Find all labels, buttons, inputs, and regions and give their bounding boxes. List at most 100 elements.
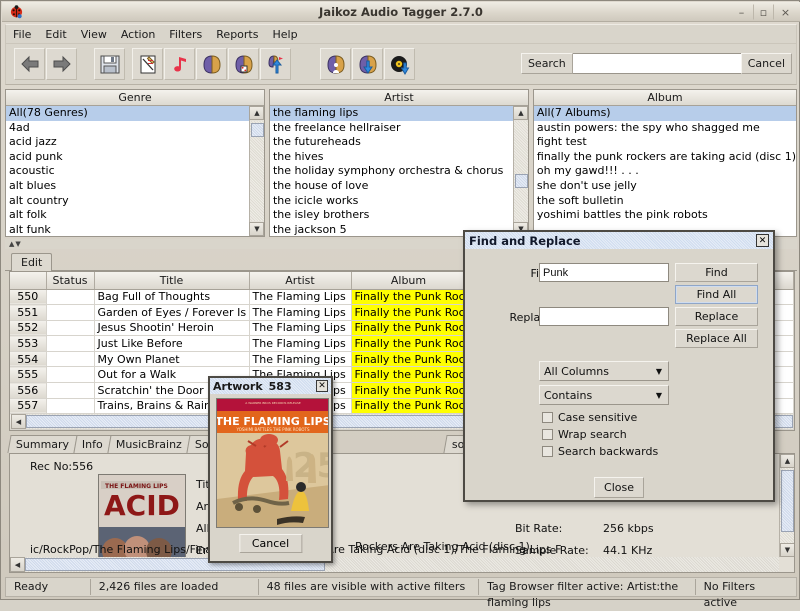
list-item[interactable]: the soft bulletin bbox=[534, 194, 796, 209]
genre-list[interactable]: All(78 Genres) 4ad acid jazz acid punk a… bbox=[6, 106, 249, 236]
cell-artist[interactable]: The Flaming Lips bbox=[249, 320, 351, 336]
forward-button[interactable] bbox=[46, 48, 77, 80]
tab-edit[interactable]: Edit bbox=[11, 253, 52, 271]
col-artist[interactable]: Artist bbox=[249, 272, 351, 289]
save-button[interactable] bbox=[94, 48, 125, 80]
artwork-dialog[interactable]: Artwork 583 ✕ A WARNER BROS RECORDS RELE… bbox=[208, 376, 333, 563]
artist-list[interactable]: the flaming lips the freelance hellraise… bbox=[270, 106, 513, 236]
cell-title[interactable]: Jesus Shootin' Heroin bbox=[94, 320, 249, 336]
menu-action[interactable]: Action bbox=[114, 26, 162, 43]
tab-musicbrainz[interactable]: MusicBrainz bbox=[107, 435, 190, 453]
divider-arrows-icon[interactable]: ▲▼ bbox=[9, 241, 22, 248]
tab-summary[interactable]: Summary bbox=[7, 435, 77, 453]
list-item[interactable]: alt blues bbox=[6, 179, 249, 194]
cell-album[interactable]: Finally the Punk Rockers A bbox=[351, 383, 466, 399]
menu-filters[interactable]: Filters bbox=[162, 26, 209, 43]
scroll-up-arrow[interactable]: ▲ bbox=[249, 106, 264, 120]
replace-button[interactable]: Replace bbox=[675, 307, 758, 326]
maximize-button[interactable]: ▫ bbox=[753, 4, 774, 20]
cell-status[interactable] bbox=[46, 351, 94, 367]
find-replace-titlebar[interactable]: Find and Replace ✕ bbox=[465, 232, 773, 249]
cell-artist[interactable]: The Flaming Lips bbox=[249, 351, 351, 367]
list-item[interactable]: acoustic bbox=[6, 164, 249, 179]
list-item[interactable]: All(78 Genres) bbox=[6, 106, 249, 121]
chevron-down-icon[interactable]: ▼ bbox=[656, 391, 662, 400]
close-button[interactable]: × bbox=[775, 4, 796, 20]
upload-button[interactable] bbox=[260, 48, 291, 80]
list-item[interactable]: acid jazz bbox=[6, 135, 249, 150]
checkbox-box[interactable] bbox=[542, 412, 553, 423]
menu-view[interactable]: View bbox=[74, 26, 114, 43]
scroll-up-arrow[interactable]: ▲ bbox=[513, 106, 528, 120]
edit-metadata-button[interactable] bbox=[132, 48, 163, 80]
list-item[interactable]: the isley brothers bbox=[270, 208, 513, 223]
list-item[interactable]: the futureheads bbox=[270, 135, 513, 150]
col-rownum[interactable] bbox=[10, 272, 46, 289]
artwork-dialog-titlebar[interactable]: Artwork 583 ✕ bbox=[210, 378, 331, 394]
case-sensitive-checkbox[interactable]: Case sensitive bbox=[542, 411, 637, 424]
cell-album[interactable]: Finally the Punk Rockers A bbox=[351, 398, 466, 414]
cell-title[interactable]: Bag Full of Thoughts bbox=[94, 289, 249, 305]
cell-status[interactable] bbox=[46, 336, 94, 352]
retrieve-button[interactable] bbox=[352, 48, 383, 80]
search-button[interactable]: Search bbox=[521, 53, 573, 74]
chevron-down-icon[interactable]: ▼ bbox=[656, 367, 662, 376]
list-item[interactable]: 4ad bbox=[6, 121, 249, 136]
scroll-up-arrow[interactable]: ▲ bbox=[780, 454, 795, 468]
scroll-left-arrow[interactable]: ◀ bbox=[11, 414, 26, 429]
list-item[interactable]: yoshimi battles the pink robots bbox=[534, 208, 796, 223]
match-button[interactable] bbox=[320, 48, 351, 80]
find-all-button[interactable]: Find All bbox=[675, 285, 758, 304]
list-item[interactable]: oh my gawd!!! . . . bbox=[534, 164, 796, 179]
play-button[interactable] bbox=[164, 48, 195, 80]
cell-album[interactable]: Finally the Punk Rockers A bbox=[351, 289, 466, 305]
autoformat-button[interactable] bbox=[228, 48, 259, 80]
search-backwards-checkbox[interactable]: Search backwards bbox=[542, 445, 658, 458]
find-button[interactable]: Find bbox=[675, 263, 758, 282]
close-box-icon[interactable]: ✕ bbox=[316, 380, 328, 392]
details-vscrollbar[interactable]: ▲ ▼ bbox=[779, 454, 794, 557]
match-select[interactable]: Contains ▼ bbox=[539, 385, 669, 405]
column-select[interactable]: All Columns ▼ bbox=[539, 361, 669, 381]
menu-help[interactable]: Help bbox=[265, 26, 304, 43]
cell-album[interactable]: Finally the Punk Rockers A bbox=[351, 305, 466, 321]
cell-status[interactable] bbox=[46, 320, 94, 336]
cell-status[interactable] bbox=[46, 289, 94, 305]
list-item[interactable]: alt funk bbox=[6, 223, 249, 236]
artist-scrollbar[interactable]: ▲ ▼ bbox=[513, 106, 528, 236]
list-item[interactable]: the freelance hellraiser bbox=[270, 121, 513, 136]
col-album[interactable]: Album bbox=[351, 272, 466, 289]
discogs-button[interactable] bbox=[384, 48, 415, 80]
menu-edit[interactable]: Edit bbox=[38, 26, 73, 43]
details-hscrollbar[interactable]: ◀ bbox=[10, 557, 779, 572]
cell-status[interactable] bbox=[46, 367, 94, 383]
search-cancel-button[interactable]: Cancel bbox=[741, 53, 792, 74]
list-item[interactable]: the icicle works bbox=[270, 194, 513, 209]
album-list[interactable]: All(7 Albums) austin powers: the spy who… bbox=[534, 106, 796, 236]
list-item[interactable]: alt country bbox=[6, 194, 249, 209]
cell-artist[interactable]: The Flaming Lips bbox=[249, 305, 351, 321]
cell-artist[interactable]: The Flaming Lips bbox=[249, 336, 351, 352]
cell-album[interactable]: Finally the Punk Rockers A bbox=[351, 320, 466, 336]
cell-status[interactable] bbox=[46, 398, 94, 414]
minimize-button[interactable]: – bbox=[731, 4, 752, 20]
cell-album[interactable]: Finally the Punk Rockers A bbox=[351, 336, 466, 352]
col-status[interactable]: Status bbox=[46, 272, 94, 289]
cell-title[interactable]: Just Like Before bbox=[94, 336, 249, 352]
scroll-down-arrow[interactable]: ▼ bbox=[249, 222, 264, 236]
list-item[interactable]: acid punk bbox=[6, 150, 249, 165]
scrollbar-thumb[interactable] bbox=[251, 123, 264, 137]
list-item[interactable]: All(7 Albums) bbox=[534, 106, 796, 121]
find-input[interactable] bbox=[539, 263, 669, 282]
artwork-cancel-button[interactable]: Cancel bbox=[239, 534, 302, 553]
cell-status[interactable] bbox=[46, 383, 94, 399]
list-item[interactable]: austin powers: the spy who shagged me bbox=[534, 121, 796, 136]
cell-title[interactable]: My Own Planet bbox=[94, 351, 249, 367]
wrap-search-checkbox[interactable]: Wrap search bbox=[542, 428, 627, 441]
cell-artist[interactable]: The Flaming Lips bbox=[249, 289, 351, 305]
find-replace-dialog[interactable]: Find and Replace ✕ Find Find Find All Re… bbox=[463, 230, 775, 502]
scrollbar-thumb[interactable] bbox=[781, 470, 794, 532]
back-button[interactable] bbox=[14, 48, 45, 80]
search-input[interactable] bbox=[573, 53, 741, 74]
cell-status[interactable] bbox=[46, 305, 94, 321]
